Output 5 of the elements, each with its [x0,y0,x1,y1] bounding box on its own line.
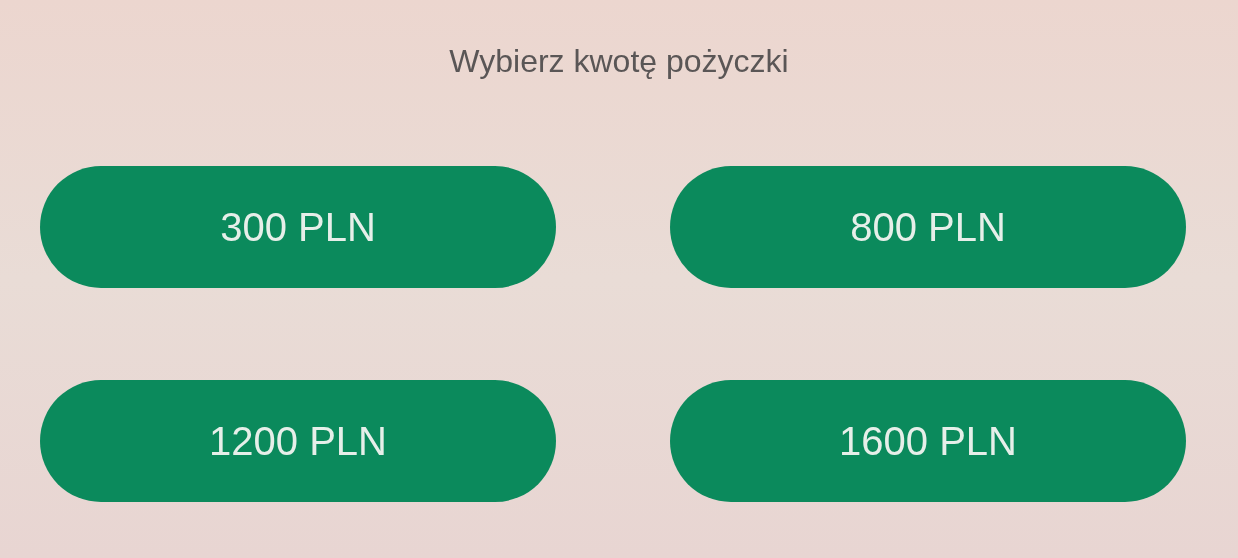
amount-button[interactable]: 1200 PLN [40,380,556,503]
screen-title: Wybierz kwotę pożyczki [448,42,790,81]
amount-button[interactable]: 300 PLN [40,166,556,289]
amount-button[interactable]: 800 PLN [670,166,1186,289]
amount-button[interactable]: 1600 PLN [670,380,1186,503]
